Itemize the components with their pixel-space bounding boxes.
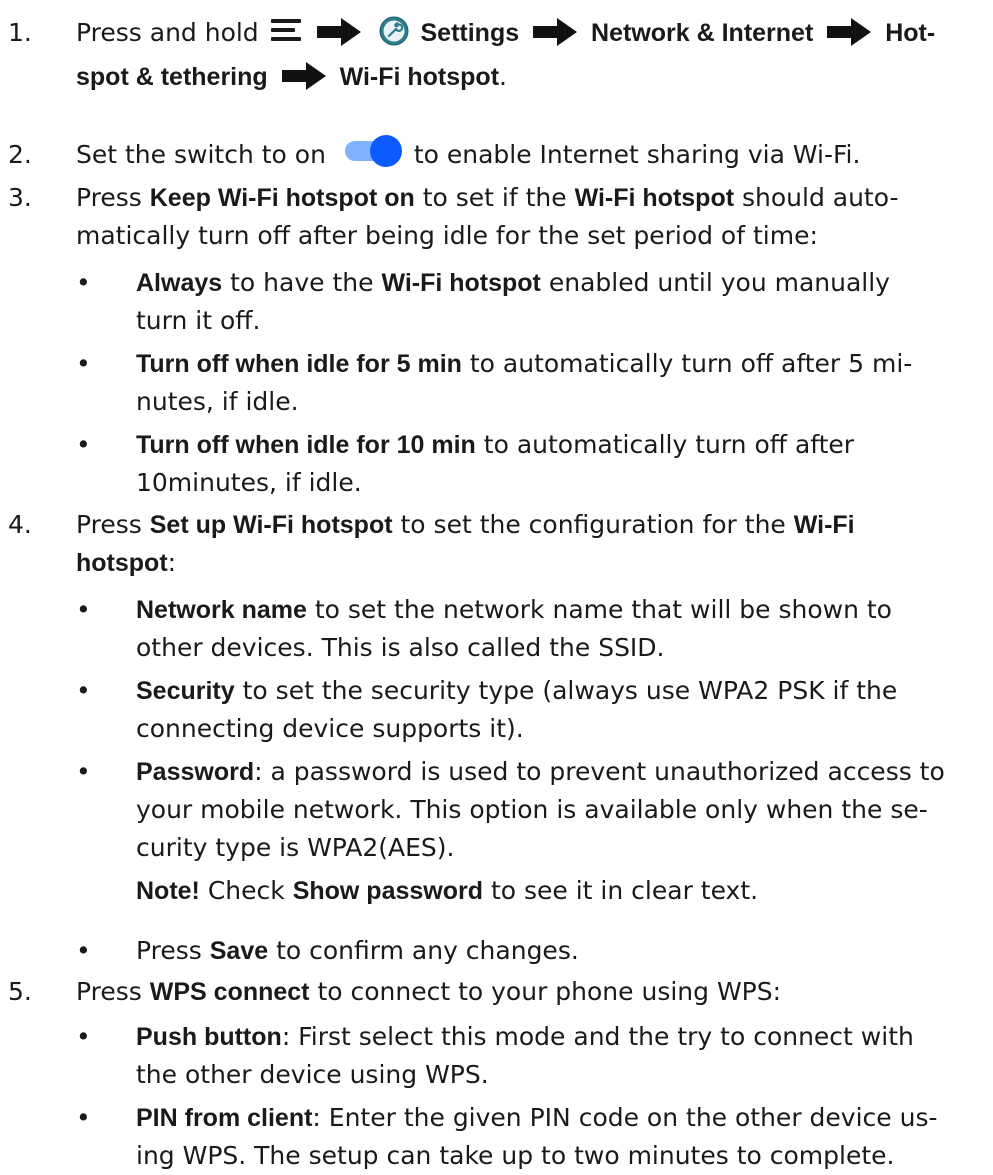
- step-number: 4.: [8, 510, 32, 539]
- right-arrow-icon: [533, 18, 578, 46]
- option-label: Push button: [136, 1023, 282, 1051]
- step-2: 2. Set the switch to on to enable Intern…: [8, 135, 983, 174]
- sub-text: to confirm any changes.: [268, 936, 579, 965]
- option-label: Password: [136, 758, 255, 786]
- hotspot-tethering-label: spot & tethering: [76, 63, 268, 91]
- settings-wrench-icon: [379, 16, 409, 46]
- sub-text: to have the: [222, 268, 382, 297]
- right-arrow-icon: [827, 18, 872, 46]
- bullet: •: [76, 676, 91, 705]
- note-label: Note!: [136, 877, 200, 905]
- hotspot-tethering-label: Hot-: [885, 19, 936, 47]
- sub-text: : Enter the given PIN code on the other …: [312, 1103, 938, 1132]
- sub-text: other devices. This is also called the S…: [136, 633, 665, 662]
- sub-text: curity type is WPA2(AES).: [136, 833, 455, 862]
- sub-item-push-button: • Push button: First select this mode an…: [76, 1018, 981, 1094]
- punctuation: :: [167, 548, 177, 577]
- bullet: •: [76, 757, 91, 786]
- sub-text: to automatically turn off after: [475, 430, 855, 459]
- sub-text: 10minutes, if idle.: [136, 468, 362, 497]
- sub-text: to set the security type (always use WPA…: [234, 676, 898, 705]
- step-1: 1. Press and hold Settings Network & Int…: [8, 14, 983, 96]
- option-label: PIN from client: [136, 1104, 313, 1132]
- sub-text: the other device using WPS.: [136, 1060, 489, 1089]
- step-text: Press: [76, 510, 150, 539]
- bullet: •: [76, 430, 91, 459]
- step-text: to set the configuration for the: [392, 510, 794, 539]
- wifi-hotspot-label: hotspot: [76, 549, 168, 577]
- right-arrow-icon: [316, 18, 361, 46]
- bullet: •: [76, 268, 91, 297]
- step-text: matically turn off after being idle for …: [76, 221, 818, 250]
- toggle-switch-on-icon: [344, 135, 402, 167]
- sub-item-network-name: • Network name to set the network name t…: [76, 591, 981, 667]
- bullet: •: [76, 1022, 91, 1051]
- bullet: •: [76, 595, 91, 624]
- sub-text: connecting device supports it).: [136, 714, 524, 743]
- punctuation: .: [499, 62, 507, 91]
- option-label: Always: [136, 269, 223, 297]
- sub-text: to set the network name that will be sho…: [306, 595, 892, 624]
- network-internet-label: Network & Internet: [591, 19, 814, 47]
- note-text: to see it in clear text.: [483, 876, 759, 905]
- bullet: •: [76, 1103, 91, 1132]
- step-text: Press: [76, 977, 150, 1006]
- option-label: Security: [136, 677, 235, 705]
- step-3: 3. Press Keep Wi-Fi hotspot on to set if…: [8, 179, 983, 255]
- wps-connect-label: WPS connect: [149, 978, 310, 1006]
- sub-item-pin-from-client: • PIN from client: Enter the given PIN c…: [76, 1099, 981, 1175]
- note-text: Check: [199, 876, 293, 905]
- sub-item-always: • Always to have the Wi-Fi hotspot enabl…: [76, 264, 981, 340]
- sub-item-save: • Press Save to confirm any changes.: [76, 932, 981, 970]
- sub-text: to automatically turn off after 5 mi-: [461, 349, 913, 378]
- sub-text: turn it off.: [136, 306, 261, 335]
- step-text: should auto-: [734, 183, 899, 212]
- hamburger-menu-icon: [270, 19, 301, 45]
- step-text: to enable Internet sharing via Wi-Fi.: [413, 140, 861, 169]
- step-number: 2.: [8, 140, 32, 169]
- step-4: 4. Press Set up Wi-Fi hotspot to set the…: [8, 506, 983, 582]
- step-number: 3.: [8, 183, 32, 212]
- step-text: to connect to your phone using WPS:: [309, 977, 782, 1006]
- show-password-label: Show password: [292, 877, 484, 905]
- sub-text: : First select this mode and the try to …: [281, 1022, 914, 1051]
- settings-label: Settings: [420, 19, 520, 47]
- step-text: Set the switch to on: [76, 140, 326, 169]
- wifi-hotspot-label: Wi-Fi hotspot: [339, 63, 500, 91]
- sub-item-5min: • Turn off when idle for 5 min to automa…: [76, 345, 981, 421]
- sub-item-10min: • Turn off when idle for 10 min to autom…: [76, 426, 981, 502]
- step-text: Press: [76, 183, 150, 212]
- option-label: Turn off when idle for 5 min: [136, 350, 462, 378]
- step-number: 5.: [8, 977, 32, 1006]
- wifi-hotspot-label: Wi-Fi: [793, 511, 855, 539]
- option-label: Network name: [136, 596, 307, 624]
- sub-text: Press: [136, 936, 210, 965]
- option-label: Turn off when idle for 10 min: [136, 431, 476, 459]
- note: Note! Check Show password to see it in c…: [136, 872, 976, 910]
- step-number: 1.: [8, 18, 32, 47]
- sub-text: ing WPS. The setup can take up to two mi…: [136, 1141, 895, 1170]
- right-arrow-icon: [281, 62, 326, 90]
- step-text: Press and hold: [76, 18, 259, 47]
- instructions-document: 1. Press and hold Settings Network & Int…: [0, 0, 993, 1170]
- bullet: •: [76, 349, 91, 378]
- sub-item-security: • Security to set the security type (alw…: [76, 672, 981, 748]
- wifi-hotspot-label: Wi-Fi hotspot: [381, 269, 541, 297]
- sub-text: nutes, if idle.: [136, 387, 299, 416]
- bullet: •: [76, 936, 91, 965]
- save-label: Save: [209, 937, 269, 965]
- sub-text: enabled until you manually: [540, 268, 890, 297]
- setup-hotspot-label: Set up Wi-Fi hotspot: [149, 511, 393, 539]
- keep-hotspot-on-label: Keep Wi-Fi hotspot on: [149, 184, 415, 212]
- step-5: 5. Press WPS connect to connect to your …: [8, 973, 983, 1011]
- sub-text: your mobile network. This option is avai…: [136, 795, 928, 824]
- sub-text: : a password is used to prevent unauthor…: [254, 757, 945, 786]
- wifi-hotspot-label: Wi-Fi hotspot: [574, 184, 735, 212]
- sub-item-password: • Password: a password is used to preven…: [76, 753, 981, 867]
- step-text: to set if the: [414, 183, 575, 212]
